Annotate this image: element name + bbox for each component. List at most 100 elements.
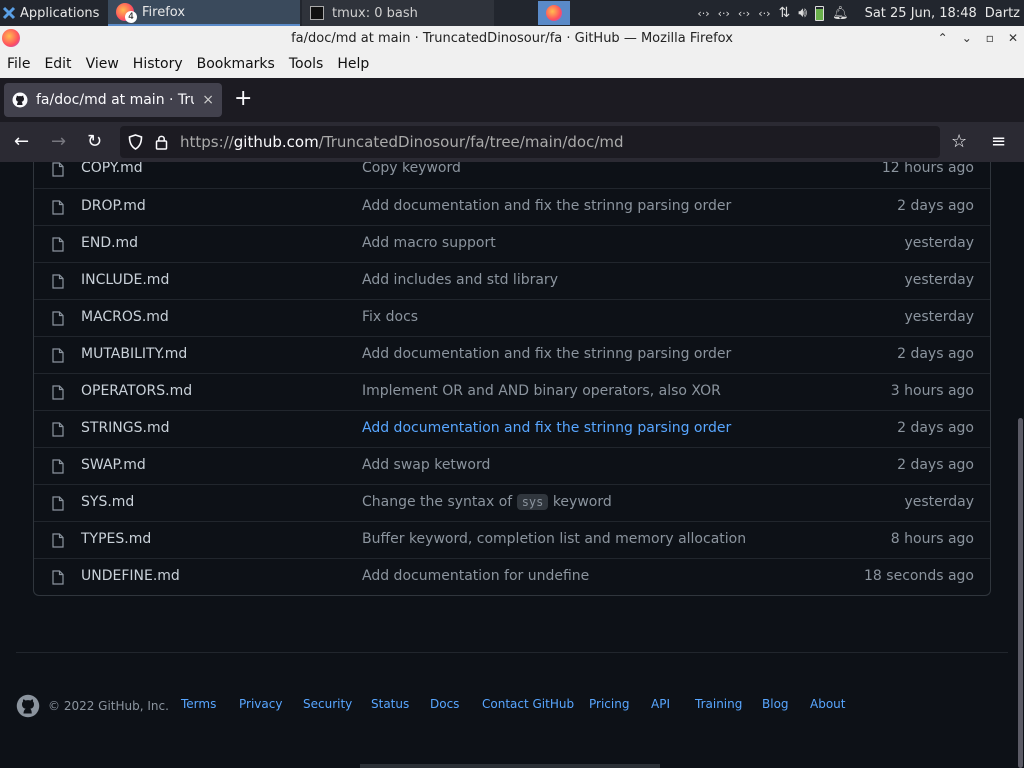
taskbar-tmux[interactable]: tmux: 0 bash [302,0,494,26]
battery-icon[interactable] [815,5,825,21]
transfer-arrows-icon[interactable]: ⇅ [779,5,791,21]
commit-age[interactable]: 12 hours ago [882,162,974,176]
user-name[interactable]: Dartz [985,6,1020,21]
scrollbar-thumb[interactable] [1018,418,1023,768]
commit-age[interactable]: 18 seconds ago [864,568,974,584]
file-name-link[interactable]: DROP.md [81,198,146,214]
commit-message-link[interactable]: Add includes and std library [362,272,558,288]
close-icon[interactable]: ✕ [1008,31,1018,45]
commit-age[interactable]: 8 hours ago [891,531,974,547]
clock[interactable]: Sat 25 Jun, 18:48 [865,6,977,21]
file-row[interactable]: OPERATORS.md Implement OR and AND binary … [34,373,990,410]
menu-edit[interactable]: Edit [44,56,71,72]
restore-icon[interactable]: ⌄ [962,31,972,45]
menu-tools[interactable]: Tools [289,56,324,72]
footer-link-training[interactable]: Training [695,697,742,711]
file-row[interactable]: COPY.md Copy keyword 12 hours ago [34,162,990,188]
commit-age[interactable]: yesterday [904,235,974,251]
back-arrow-icon[interactable]: ← [14,132,29,152]
file-row[interactable]: SYS.md Change the syntax of sys keyword ye… [34,484,990,521]
reload-icon[interactable]: ↻ [87,132,102,152]
commit-message-link[interactable]: Change the syntax of sys keyword [362,494,612,510]
commit-age[interactable]: 3 hours ago [891,383,974,399]
menu-file[interactable]: File [7,56,30,72]
file-name-link[interactable]: UNDEFINE.md [81,568,180,584]
commit-message-link[interactable]: Fix docs [362,309,418,325]
taskbar-firefox[interactable]: 4 Firefox [108,0,300,26]
file-name-link[interactable]: SWAP.md [81,457,146,473]
window-titlebar[interactable]: fa/doc/md at main · TruncatedDinosour/fa… [0,26,1024,50]
tab-github[interactable]: fa/doc/md at main · TruncatedDinosour/fa… [4,83,222,117]
file-row[interactable]: INCLUDE.md Add includes and std library ye… [34,262,990,299]
footer-link-terms[interactable]: Terms [181,697,216,711]
commit-age[interactable]: 2 days ago [897,198,974,214]
file-row[interactable]: STRINGS.md Add documentation and fix the … [34,410,990,447]
commit-age[interactable]: 2 days ago [897,420,974,436]
menu-view[interactable]: View [86,56,119,72]
footer-link-contact-github[interactable]: Contact GitHub [482,697,574,711]
tab-close-icon[interactable]: × [202,92,214,108]
file-name-link[interactable]: STRINGS.md [81,420,169,436]
commit-message-link[interactable]: Add documentation and fix the strinng pa… [362,420,731,436]
menu-history[interactable]: History [133,56,183,72]
file-name-link[interactable]: MUTABILITY.md [81,346,187,362]
url-text[interactable]: https://github.com/TruncatedDinosour/fa/… [180,133,624,151]
network-icon[interactable]: ‹·› [697,7,709,20]
maximize-icon[interactable]: ▫ [986,31,994,45]
page-scrollbar[interactable] [1016,162,1024,768]
menu-bookmarks[interactable]: Bookmarks [197,56,275,72]
file-name-link[interactable]: INCLUDE.md [81,272,169,288]
volume-icon[interactable]: 🔊︎ [798,5,807,21]
network-icon[interactable]: ‹·› [718,7,730,20]
commit-message-link[interactable]: Add documentation and fix the strinng pa… [362,198,731,214]
network-icon[interactable]: ‹·› [758,7,770,20]
commit-message-link[interactable]: Add documentation for undefine [362,568,589,584]
footer-link-docs[interactable]: Docs [430,697,459,711]
commit-message-link[interactable]: Add documentation and fix the strinng pa… [362,346,731,362]
workspace-firefox-thumb[interactable] [538,1,570,25]
footer-link-blog[interactable]: Blog [762,697,789,711]
footer-link-status[interactable]: Status [371,697,409,711]
commit-age[interactable]: yesterday [904,494,974,510]
minimize-icon[interactable]: ⌃ [938,31,948,45]
commit-age[interactable]: yesterday [904,272,974,288]
file-name-link[interactable]: MACROS.md [81,309,169,325]
github-logo-icon[interactable] [16,694,40,718]
footer-link-about[interactable]: About [810,697,845,711]
commit-message-link[interactable]: Buffer keyword, completion list and memo… [362,531,746,547]
footer-link-api[interactable]: API [651,697,670,711]
commit-message-link[interactable]: Add swap ketword [362,457,490,473]
hamburger-menu-icon[interactable]: ≡ [991,132,1006,152]
file-row[interactable]: SWAP.md Add swap ketword 2 days ago [34,447,990,484]
footer-link-privacy[interactable]: Privacy [239,697,282,711]
commit-age[interactable]: 2 days ago [897,346,974,362]
lock-icon[interactable] [155,134,168,150]
commit-age[interactable]: 2 days ago [897,457,974,473]
file-row[interactable]: END.md Add macro support yesterday [34,225,990,262]
bookmark-star-icon[interactable]: ☆ [951,132,967,152]
file-row[interactable]: MUTABILITY.md Add documentation and fix t… [34,336,990,373]
file-name-link[interactable]: SYS.md [81,494,134,510]
forward-arrow-icon[interactable]: → [51,132,66,152]
file-name-link[interactable]: OPERATORS.md [81,383,192,399]
file-row[interactable]: UNDEFINE.md Add documentation for undefin… [34,558,990,595]
applications-menu[interactable]: Applications [0,0,105,26]
footer-link-security[interactable]: Security [303,697,352,711]
new-tab-button[interactable]: + [234,88,252,110]
notification-bell-icon[interactable]: 🔔︎ [832,6,849,21]
file-row[interactable]: MACROS.md Fix docs yesterday [34,299,990,336]
commit-message-link[interactable]: Implement OR and AND binary operators, a… [362,383,721,399]
file-name-link[interactable]: COPY.md [81,162,143,176]
file-row[interactable]: TYPES.md Buffer keyword, completion list … [34,521,990,558]
file-row[interactable]: DROP.md Add documentation and fix the str… [34,188,990,225]
commit-message-link[interactable]: Add macro support [362,235,496,251]
file-name-link[interactable]: END.md [81,235,138,251]
commit-message-link[interactable]: Copy keyword [362,162,461,176]
file-name-link[interactable]: TYPES.md [81,531,151,547]
footer-link-pricing[interactable]: Pricing [589,697,629,711]
menu-help[interactable]: Help [337,56,369,72]
commit-age[interactable]: yesterday [904,309,974,325]
url-bar[interactable]: https://github.com/TruncatedDinosour/fa/… [120,126,940,158]
network-icon[interactable]: ‹·› [738,7,750,20]
shield-icon[interactable] [128,134,143,150]
